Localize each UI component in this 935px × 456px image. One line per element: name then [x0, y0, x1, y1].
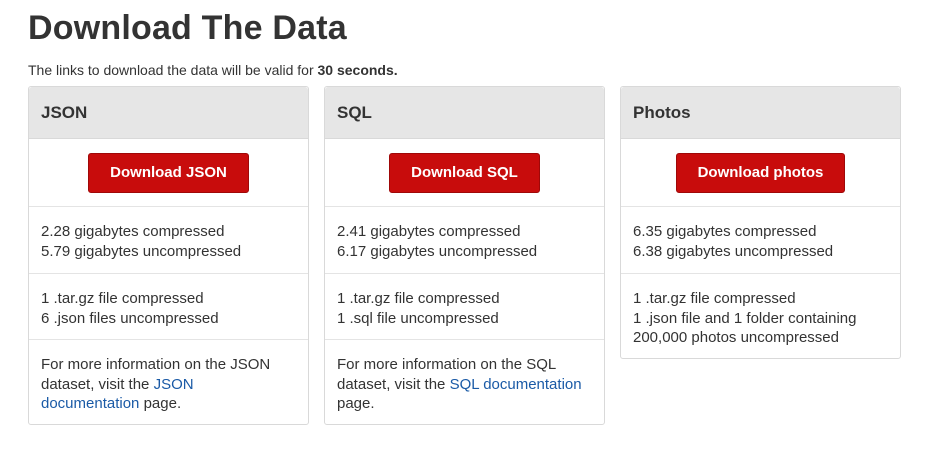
sql-file-info: 1 .tar.gz file compressed 1 .sql file un…: [325, 274, 604, 340]
json-docs-suffix: page.: [139, 395, 182, 412]
photos-uncompressed-size: 6.38 gigabytes uncompressed: [633, 242, 834, 260]
sql-docs-info: For more information on the SQL dataset,…: [325, 340, 604, 424]
json-card: JSON Download JSON 2.28 gigabytes compre…: [28, 86, 309, 425]
photos-size-info: 6.35 gigabytes compressed 6.38 gigabytes…: [621, 207, 900, 274]
json-file-info: 1 .tar.gz file compressed 6 .json files …: [29, 274, 308, 340]
photos-compressed-files: 1 .tar.gz file compressed: [633, 290, 796, 307]
sql-uncompressed-size: 6.17 gigabytes uncompressed: [337, 242, 538, 260]
sql-card: SQL Download SQL 2.41 gigabytes compress…: [324, 86, 605, 425]
sql-download-row: Download SQL: [325, 139, 604, 207]
page-title: Download The Data: [28, 9, 347, 47]
json-card-heading: JSON: [29, 87, 308, 139]
sql-compressed-files: 1 .tar.gz file compressed: [337, 290, 500, 307]
download-photos-button[interactable]: Download photos: [675, 153, 846, 193]
intro-prefix: The links to download the data will be v…: [28, 62, 318, 78]
photos-uncompressed-files-2: 200,000 photos uncompressed: [633, 329, 839, 346]
sql-docs-suffix: page.: [337, 395, 375, 412]
json-size-info: 2.28 gigabytes compressed 5.79 gigabytes…: [29, 207, 308, 274]
photos-download-row: Download photos: [621, 139, 900, 207]
sql-uncompressed-files: 1 .sql file uncompressed: [337, 309, 499, 327]
json-download-row: Download JSON: [29, 139, 308, 207]
photos-card-heading: Photos: [621, 87, 900, 139]
photos-file-info: 1 .tar.gz file compressed 1 .json file a…: [621, 274, 900, 358]
json-compressed-files: 1 .tar.gz file compressed: [41, 290, 204, 307]
json-uncompressed-size: 5.79 gigabytes uncompressed: [41, 242, 242, 260]
photos-compressed-size: 6.35 gigabytes compressed: [633, 223, 817, 240]
download-page: Download The Data The links to download …: [0, 0, 935, 80]
photos-uncompressed-files-1: 1 .json file and 1 folder containing: [633, 309, 857, 327]
json-docs-info: For more information on the JSON dataset…: [29, 340, 308, 424]
download-json-button[interactable]: Download JSON: [88, 153, 249, 193]
sql-documentation-link[interactable]: SQL documentation: [450, 376, 582, 393]
sql-size-info: 2.41 gigabytes compressed 6.17 gigabytes…: [325, 207, 604, 274]
sql-card-heading: SQL: [325, 87, 604, 139]
intro-text: The links to download the data will be v…: [28, 60, 935, 80]
json-uncompressed-files: 6 .json files uncompressed: [41, 309, 219, 327]
photos-card: Photos Download photos 6.35 gigabytes co…: [620, 86, 901, 359]
intro-duration: 30 seconds.: [317, 62, 398, 78]
json-compressed-size: 2.28 gigabytes compressed: [41, 223, 225, 240]
download-sql-button[interactable]: Download SQL: [389, 153, 540, 193]
sql-compressed-size: 2.41 gigabytes compressed: [337, 223, 521, 240]
